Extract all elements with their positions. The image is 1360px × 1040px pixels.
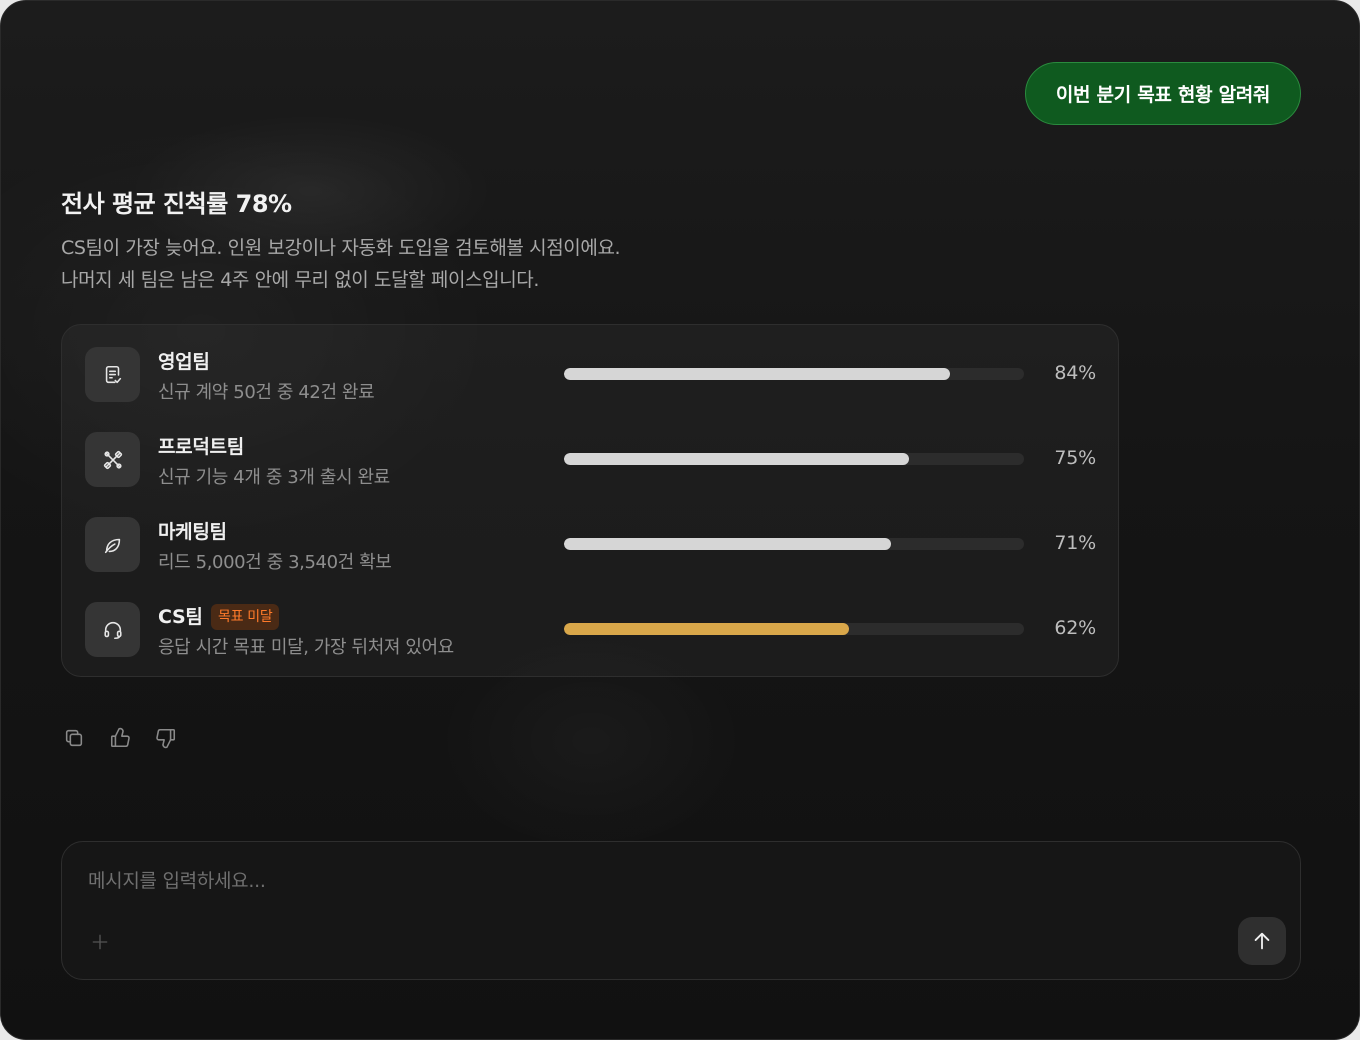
progress-percent: 75% [1054, 447, 1096, 469]
progress-fill [564, 368, 951, 380]
send-button[interactable] [1238, 917, 1286, 965]
progress-fill [564, 538, 891, 550]
progress-track [564, 368, 1024, 380]
team-row-sales: 영업팀 신규 계약 50건 중 42건 완료 84% [62, 325, 1120, 410]
progress-percent: 62% [1054, 617, 1096, 639]
response-paragraph-line-2: 나머지 세 팀은 남은 4주 안에 무리 없이 도달할 페이스입니다. [61, 269, 540, 291]
thumbs-up-icon [110, 727, 130, 748]
app-window: 이번 분기 목표 현황 알려줘 전사 평균 진척률 78% CS팀이 가장 늦어… [0, 0, 1360, 1040]
progress-fill [564, 623, 850, 635]
message-actions [61, 725, 179, 751]
progress-track [564, 538, 1024, 550]
progress-percent: 84% [1054, 362, 1096, 384]
add-attachment-button[interactable] [88, 930, 112, 954]
team-icon-tile [85, 432, 140, 487]
wrench-tools-icon [103, 450, 122, 469]
leaf-icon [104, 538, 120, 553]
thumbs-down-icon [156, 728, 176, 749]
status-badge: 목표 미달 [211, 604, 280, 630]
thumbs-up-button[interactable] [107, 725, 133, 751]
team-icon-tile [85, 347, 140, 402]
response-headline: 전사 평균 진척률 78% [61, 190, 292, 218]
team-name: CS팀 [158, 606, 203, 628]
team-description: 리드 5,000건 중 3,540건 확보 [158, 552, 392, 573]
team-name: 프로덕트팀 [158, 436, 244, 458]
message-composer [61, 841, 1301, 980]
progress-percent: 71% [1054, 532, 1096, 554]
plus-icon [92, 934, 108, 950]
copy-icon [65, 729, 83, 747]
team-progress-card: 영업팀 신규 계약 50건 중 42건 완료 84% 프로덕트팀 신규 기능 4… [61, 324, 1119, 677]
user-message-text: 이번 분기 목표 현황 알려줘 [1055, 84, 1271, 106]
copy-button[interactable] [61, 725, 87, 751]
response-paragraph-line-1: CS팀이 가장 늦어요. 인원 보강이나 자동화 도입을 검토해볼 시점이에요. [61, 237, 621, 259]
team-name: 영업팀 [158, 351, 210, 373]
team-description: 신규 계약 50건 중 42건 완료 [158, 382, 375, 403]
team-icon-tile [85, 602, 140, 657]
thumbs-down-button[interactable] [153, 725, 179, 751]
team-icon-tile [85, 517, 140, 572]
headset-icon [103, 621, 122, 639]
message-input[interactable] [88, 866, 1208, 896]
team-name: 마케팅팀 [158, 521, 227, 543]
team-row-cs: CS팀 목표 미달 응답 시간 목표 미달, 가장 뒤처져 있어요 62% [62, 580, 1120, 665]
arrow-up-icon [1254, 932, 1270, 950]
team-row-product: 프로덕트팀 신규 기능 4개 중 3개 출시 완료 75% [62, 410, 1120, 495]
team-description: 응답 시간 목표 미달, 가장 뒤처져 있어요 [158, 637, 454, 658]
progress-track [564, 453, 1024, 465]
progress-track [564, 623, 1024, 635]
clipboard-check-icon [105, 365, 121, 383]
team-description: 신규 기능 4개 중 3개 출시 완료 [158, 467, 390, 488]
user-message-bubble: 이번 분기 목표 현황 알려줘 [1025, 62, 1301, 125]
team-row-marketing: 마케팅팀 리드 5,000건 중 3,540건 확보 71% [62, 495, 1120, 580]
progress-fill [564, 453, 909, 465]
